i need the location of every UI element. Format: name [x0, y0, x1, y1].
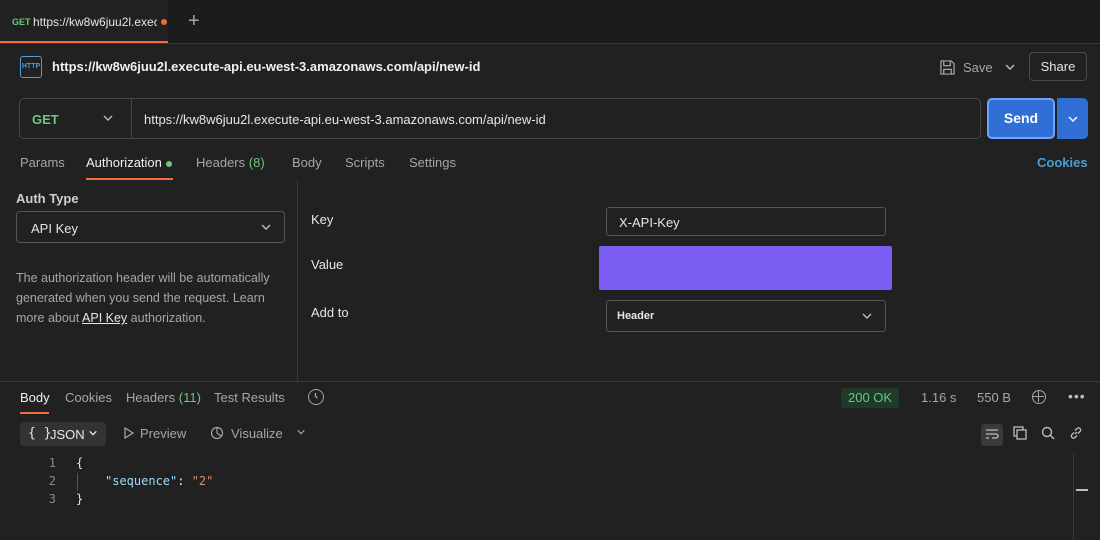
scrollbar-thumb[interactable] [1076, 489, 1088, 491]
send-dropdown-chevron-icon[interactable] [1057, 98, 1088, 139]
response-tab-body[interactable]: Body [20, 390, 50, 405]
tab-bar: GET https://kw8w6juu2l.execute-api.eu-we… [0, 0, 1100, 44]
save-dropdown-chevron-icon[interactable] [1000, 57, 1020, 77]
play-icon [124, 426, 135, 440]
chevron-down-icon [260, 220, 272, 237]
request-title[interactable]: https://kw8w6juu2l.execute-api.eu-west-3… [52, 59, 480, 74]
format-select[interactable]: { } JSON [20, 422, 106, 446]
unsaved-dot-icon [161, 19, 167, 25]
code-line: 3 } [0, 490, 1073, 508]
save-icon [940, 59, 955, 75]
chevron-down-icon [102, 110, 114, 129]
tab-scripts[interactable]: Scripts [345, 155, 385, 170]
save-button[interactable]: Save [940, 56, 993, 78]
code-line: 2 "sequence": "2" [0, 472, 1073, 490]
key-input[interactable]: X-API-Key [606, 207, 886, 236]
add-to-label: Add to [311, 305, 349, 320]
url-bar: GET https://kw8w6juu2l.execute-api.eu-we… [19, 98, 981, 139]
json-separator: : [177, 474, 192, 488]
code-text: } [76, 492, 84, 506]
key-input-value: X-API-Key [619, 215, 680, 230]
send-button[interactable]: Send [987, 98, 1055, 139]
preview-button[interactable]: Preview [124, 426, 186, 441]
tab-method: GET [12, 17, 31, 27]
share-button[interactable]: Share [1029, 52, 1087, 81]
value-label: Value [311, 257, 344, 272]
visualize-icon [210, 426, 224, 440]
tab-headers-label: Headers [196, 155, 246, 170]
indent-guide [77, 473, 78, 491]
auth-type-label: Auth Type [16, 191, 79, 206]
response-divider [0, 381, 1100, 382]
code-line: 1 { [0, 454, 1073, 472]
active-response-tab-indicator [20, 412, 49, 414]
new-tab-button[interactable]: + [188, 10, 200, 32]
method-label: GET [32, 112, 59, 127]
auth-desc-suffix: authorization. [127, 311, 206, 325]
visualize-label: Visualize [231, 426, 283, 441]
copy-icon[interactable] [1009, 424, 1031, 446]
link-icon[interactable] [1065, 424, 1087, 446]
response-size: 550 B [977, 390, 1011, 405]
preview-label: Preview [140, 426, 187, 441]
api-key-link[interactable]: API Key [82, 311, 127, 325]
method-select[interactable]: GET [20, 99, 132, 138]
url-input[interactable]: https://kw8w6juu2l.execute-api.eu-west-3… [144, 112, 546, 127]
search-icon[interactable] [1037, 424, 1059, 446]
wrap-lines-icon[interactable] [981, 424, 1003, 446]
code-text: { [76, 456, 84, 470]
response-body-editor[interactable]: 1 { 2 "sequence": "2" 3 } [0, 454, 1073, 508]
auth-type-value: API Key [31, 221, 78, 236]
response-headers-label: Headers [126, 390, 176, 405]
json-key: "sequence" [105, 474, 178, 488]
line-number: 2 [48, 474, 56, 488]
headers-count: (8) [248, 155, 265, 170]
add-to-select[interactable]: Header [606, 300, 886, 332]
save-label: Save [963, 59, 993, 75]
tab-authorization[interactable]: Authorization [86, 155, 172, 170]
http-icon: HTTP [20, 56, 42, 78]
status-dot-icon [165, 160, 172, 167]
value-input-redacted[interactable] [599, 246, 892, 290]
line-number: 1 [48, 456, 56, 470]
response-tab-headers[interactable]: Headers (11) [126, 390, 201, 405]
auth-description: The authorization header will be automat… [16, 268, 288, 328]
history-icon[interactable] [308, 389, 324, 405]
response-tab-test-results[interactable]: Test Results [214, 390, 285, 405]
visualize-button[interactable]: Visualize [210, 426, 283, 441]
line-number: 3 [48, 492, 56, 506]
globe-icon[interactable] [1032, 390, 1046, 404]
cookies-link[interactable]: Cookies [1037, 155, 1088, 170]
tab-params[interactable]: Params [20, 155, 65, 170]
tab-body[interactable]: Body [292, 155, 322, 170]
auth-type-select[interactable]: API Key [16, 211, 285, 243]
editor-scrollbar[interactable] [1073, 454, 1074, 540]
response-time: 1.16 s [921, 390, 957, 405]
tab-authorization-label: Authorization [86, 155, 162, 170]
more-options-icon[interactable]: ••• [1068, 388, 1086, 404]
json-value: "2" [191, 474, 214, 488]
tab-title: https://kw8w6juu2l.execute-api.eu-west-3… [33, 15, 157, 29]
format-value: JSON [50, 427, 85, 442]
chevron-down-icon [88, 427, 98, 442]
request-tab[interactable]: GET https://kw8w6juu2l.execute-api.eu-we… [0, 0, 168, 43]
add-to-value: Header [617, 310, 655, 322]
visualize-dropdown-chevron-icon[interactable] [296, 426, 306, 441]
response-headers-count: (11) [178, 390, 201, 405]
panel-divider [297, 180, 298, 381]
code-text: "sequence": "2" [105, 472, 213, 490]
braces-icon: { } [28, 426, 52, 441]
status-badge: 200 OK [841, 388, 900, 408]
tab-headers[interactable]: Headers (8) [196, 155, 265, 170]
response-tab-cookies[interactable]: Cookies [65, 390, 112, 405]
chevron-down-icon [861, 309, 873, 326]
key-label: Key [311, 212, 334, 227]
tab-settings[interactable]: Settings [409, 155, 456, 170]
active-tab-indicator [86, 178, 173, 180]
